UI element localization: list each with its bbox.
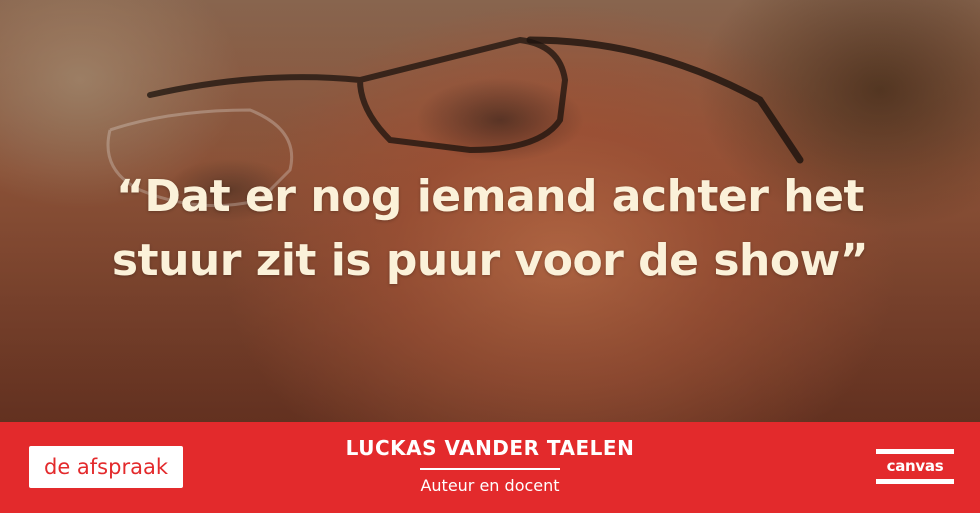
canvas-logo: canvas (876, 446, 954, 488)
quote-card: “Dat er nog iemand achter het stuur zit … (0, 0, 980, 513)
quote-line-1: “Dat er nog iemand achter het (115, 171, 865, 222)
speaker-role: Auteur en docent (420, 476, 560, 495)
canvas-logo-bottom-bar (876, 479, 954, 484)
canvas-logo-text: canvas (886, 457, 944, 475)
de-afspraak-logo-text: de afspraak (44, 455, 168, 479)
speaker-name: LUCKAS VANDER TAELEN (345, 436, 635, 460)
canvas-logo-top-bar (876, 449, 954, 454)
name-divider (420, 468, 560, 470)
de-afspraak-logo: de afspraak (29, 446, 183, 488)
quote-text: “Dat er nog iemand achter het stuur zit … (40, 165, 940, 293)
quote-line-2: stuur zit is puur voor de show” (111, 235, 869, 286)
